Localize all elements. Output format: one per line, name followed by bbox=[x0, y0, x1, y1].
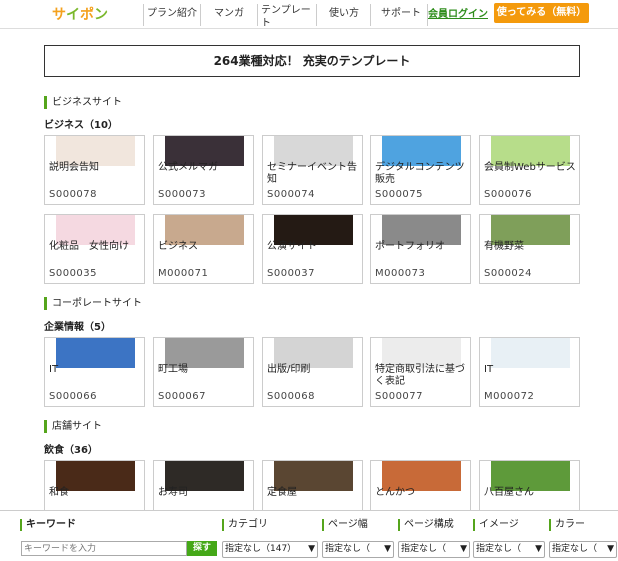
subsection-title-food[interactable]: 飲食（36） bbox=[44, 441, 98, 456]
template-card[interactable]: IT M000072 bbox=[479, 337, 580, 407]
template-id: M000071 bbox=[158, 268, 209, 279]
nav-howto[interactable]: 使い方 bbox=[329, 4, 359, 19]
chevron-down-icon: ▼ bbox=[460, 544, 467, 554]
template-card[interactable]: 化粧品 女性向け S000035 bbox=[44, 214, 145, 284]
category-select[interactable]: 指定なし（147） ▼ bbox=[222, 541, 318, 558]
template-id: S000024 bbox=[484, 268, 533, 279]
filter-bar: キーワード 探す カテゴリ 指定なし（147）▼ ページ幅 指定なし（▼ ページ… bbox=[0, 510, 618, 561]
keyword-label: キーワード bbox=[20, 519, 76, 531]
template-name: IT bbox=[484, 364, 494, 375]
try-free-button[interactable]: 使ってみる（無料） bbox=[494, 3, 589, 23]
template-card[interactable]: IT S000066 bbox=[44, 337, 145, 407]
nav-plan[interactable]: プラン紹介 bbox=[147, 4, 197, 19]
template-name: 説明会告知 bbox=[49, 162, 99, 173]
chevron-down-icon: ▼ bbox=[607, 544, 614, 554]
template-name: IT bbox=[49, 364, 59, 375]
template-id: S000068 bbox=[267, 391, 316, 402]
nav-manga[interactable]: マンガ bbox=[214, 4, 244, 19]
page-structure-label: ページ構成 bbox=[398, 519, 454, 531]
template-name: 定食屋 bbox=[267, 487, 297, 498]
page-width-select[interactable]: 指定なし（ ▼ bbox=[322, 541, 394, 558]
nav-divider bbox=[200, 4, 201, 26]
category-label: カテゴリ bbox=[222, 519, 268, 531]
template-card[interactable]: ポートフォリオ M000073 bbox=[370, 214, 471, 284]
template-id: S000074 bbox=[267, 189, 316, 200]
chevron-down-icon: ▼ bbox=[535, 544, 542, 554]
search-button[interactable]: 探す bbox=[187, 541, 217, 556]
chevron-down-icon: ▼ bbox=[308, 544, 315, 554]
template-id: S000078 bbox=[49, 189, 98, 200]
section-title-corporate: コーポレートサイト bbox=[44, 297, 142, 310]
color-label: カラー bbox=[549, 519, 585, 531]
template-id: S000077 bbox=[375, 391, 424, 402]
nav-divider bbox=[143, 4, 144, 26]
template-id: S000075 bbox=[375, 189, 424, 200]
template-card[interactable]: 会員制Webサービス S000076 bbox=[479, 135, 580, 205]
template-name: 特定商取引法に基づく表記 bbox=[375, 364, 465, 387]
template-id: S000037 bbox=[267, 268, 316, 279]
image-label: イメージ bbox=[473, 519, 519, 531]
template-name: ポートフォリオ bbox=[375, 241, 445, 252]
nav-template[interactable]: テンプレート bbox=[261, 4, 315, 30]
template-name: 公演サイト bbox=[267, 241, 317, 252]
template-id: M000072 bbox=[484, 391, 535, 402]
template-card[interactable]: 有機野菜 S000024 bbox=[479, 214, 580, 284]
template-name: セミナーイベント告知 bbox=[267, 162, 357, 185]
template-banner: 264業種対応！ 充実のテンプレート bbox=[44, 45, 580, 77]
template-card[interactable]: 出版/印刷 S000068 bbox=[262, 337, 363, 407]
site-header: サイポン プラン紹介 マンガ テンプレート 使い方 サポート 会員ログイン 使っ… bbox=[0, 0, 618, 29]
nav-divider bbox=[257, 4, 258, 26]
template-name: 化粧品 女性向け bbox=[49, 241, 129, 252]
color-select[interactable]: 指定なし（ ▼ bbox=[549, 541, 617, 558]
template-card[interactable]: 説明会告知 S000078 bbox=[44, 135, 145, 205]
template-card[interactable]: デジタルコンテンツ販売 S000075 bbox=[370, 135, 471, 205]
template-name: ビジネス bbox=[158, 241, 198, 252]
template-grid: 化粧品 女性向け S000035 ビジネス M000071 公演サイト S000037 ポー… bbox=[44, 214, 580, 284]
template-card[interactable]: 公式メルマガ S000073 bbox=[153, 135, 254, 205]
template-name: 有機野菜 bbox=[484, 241, 524, 252]
template-name: 和食 bbox=[49, 487, 69, 498]
page-structure-select[interactable]: 指定なし（ ▼ bbox=[398, 541, 470, 558]
template-id: S000067 bbox=[158, 391, 207, 402]
member-login-link[interactable]: 会員ログイン bbox=[428, 5, 488, 20]
template-card[interactable]: ビジネス M000071 bbox=[153, 214, 254, 284]
template-grid: IT S000066 町工場 S000067 出版/印刷 S000068 特定商取引法に基づ… bbox=[44, 337, 580, 407]
template-name: 会員制Webサービス bbox=[484, 162, 576, 173]
subsection-title-company[interactable]: 企業情報（5） bbox=[44, 318, 111, 333]
template-card[interactable]: 町工場 S000067 bbox=[153, 337, 254, 407]
template-card[interactable]: セミナーイベント告知 S000074 bbox=[262, 135, 363, 205]
template-name: デジタルコンテンツ販売 bbox=[375, 162, 465, 185]
template-name: とんかつ bbox=[375, 487, 415, 498]
template-name: 出版/印刷 bbox=[267, 364, 311, 375]
page-width-label: ページ幅 bbox=[322, 519, 368, 531]
template-name: 公式メルマガ bbox=[158, 162, 218, 173]
template-name: 八百屋さん bbox=[484, 487, 534, 498]
template-id: S000066 bbox=[49, 391, 98, 402]
saipon-logo[interactable]: サイポン bbox=[52, 4, 108, 24]
template-id: M000073 bbox=[375, 268, 426, 279]
image-select[interactable]: 指定なし（ ▼ bbox=[473, 541, 545, 558]
section-title-business: ビジネスサイト bbox=[44, 96, 122, 109]
template-card[interactable]: 特定商取引法に基づく表記 S000077 bbox=[370, 337, 471, 407]
template-name: お寿司 bbox=[158, 487, 188, 498]
nav-divider bbox=[370, 4, 371, 26]
section-title-shop: 店舗サイト bbox=[44, 420, 102, 433]
template-id: S000073 bbox=[158, 189, 207, 200]
template-grid: 説明会告知 S000078 公式メルマガ S000073 セミナーイベント告知 S0000… bbox=[44, 135, 580, 205]
template-id: S000076 bbox=[484, 189, 533, 200]
template-card[interactable]: 公演サイト S000037 bbox=[262, 214, 363, 284]
chevron-down-icon: ▼ bbox=[384, 544, 391, 554]
nav-divider bbox=[316, 4, 317, 26]
nav-support[interactable]: サポート bbox=[381, 4, 421, 19]
template-id: S000035 bbox=[49, 268, 98, 279]
template-name: 町工場 bbox=[158, 364, 188, 375]
subsection-title-business[interactable]: ビジネス（10） bbox=[44, 116, 118, 131]
keyword-input[interactable] bbox=[21, 541, 187, 556]
